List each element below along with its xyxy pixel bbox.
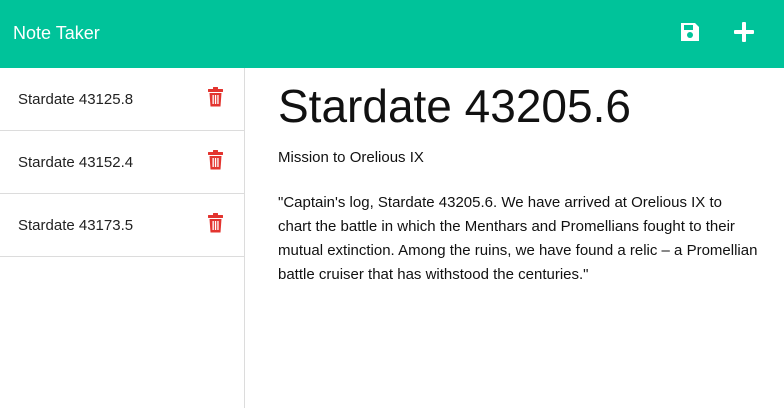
app-title[interactable]: Note Taker [13, 22, 100, 44]
trash-icon[interactable] [207, 213, 224, 233]
trash-icon[interactable] [207, 87, 224, 107]
note-subtitle-text[interactable]: Mission to Orelious IX [278, 148, 424, 168]
note-item-label: Stardate 43173.5 [18, 217, 134, 234]
notes-list: Stardate 43125.8 Stardate 43152.4 Starda… [0, 68, 245, 408]
note-title-input[interactable]: Stardate 43205.6 [278, 78, 758, 134]
save-icon [681, 23, 699, 41]
new-note-button[interactable] [732, 20, 756, 44]
trash-icon[interactable] [207, 150, 224, 170]
navbar: Note Taker [0, 0, 784, 68]
plus-icon [734, 22, 754, 42]
list-item-note-1[interactable]: Stardate 43125.8 [0, 68, 244, 131]
list-item-note-2[interactable]: Stardate 43152.4 [0, 131, 244, 194]
list-item-note-3[interactable]: Stardate 43173.5 [0, 194, 244, 257]
save-note-button[interactable] [678, 20, 702, 44]
note-body-textarea[interactable]: "Captain's log, Stardate 43205.6. We hav… [278, 191, 758, 287]
note-item-label: Stardate 43152.4 [18, 154, 134, 171]
note-item-label: Stardate 43125.8 [18, 91, 134, 108]
note-editor: Stardate 43205.6 Mission to Orelious IX … [246, 68, 784, 408]
